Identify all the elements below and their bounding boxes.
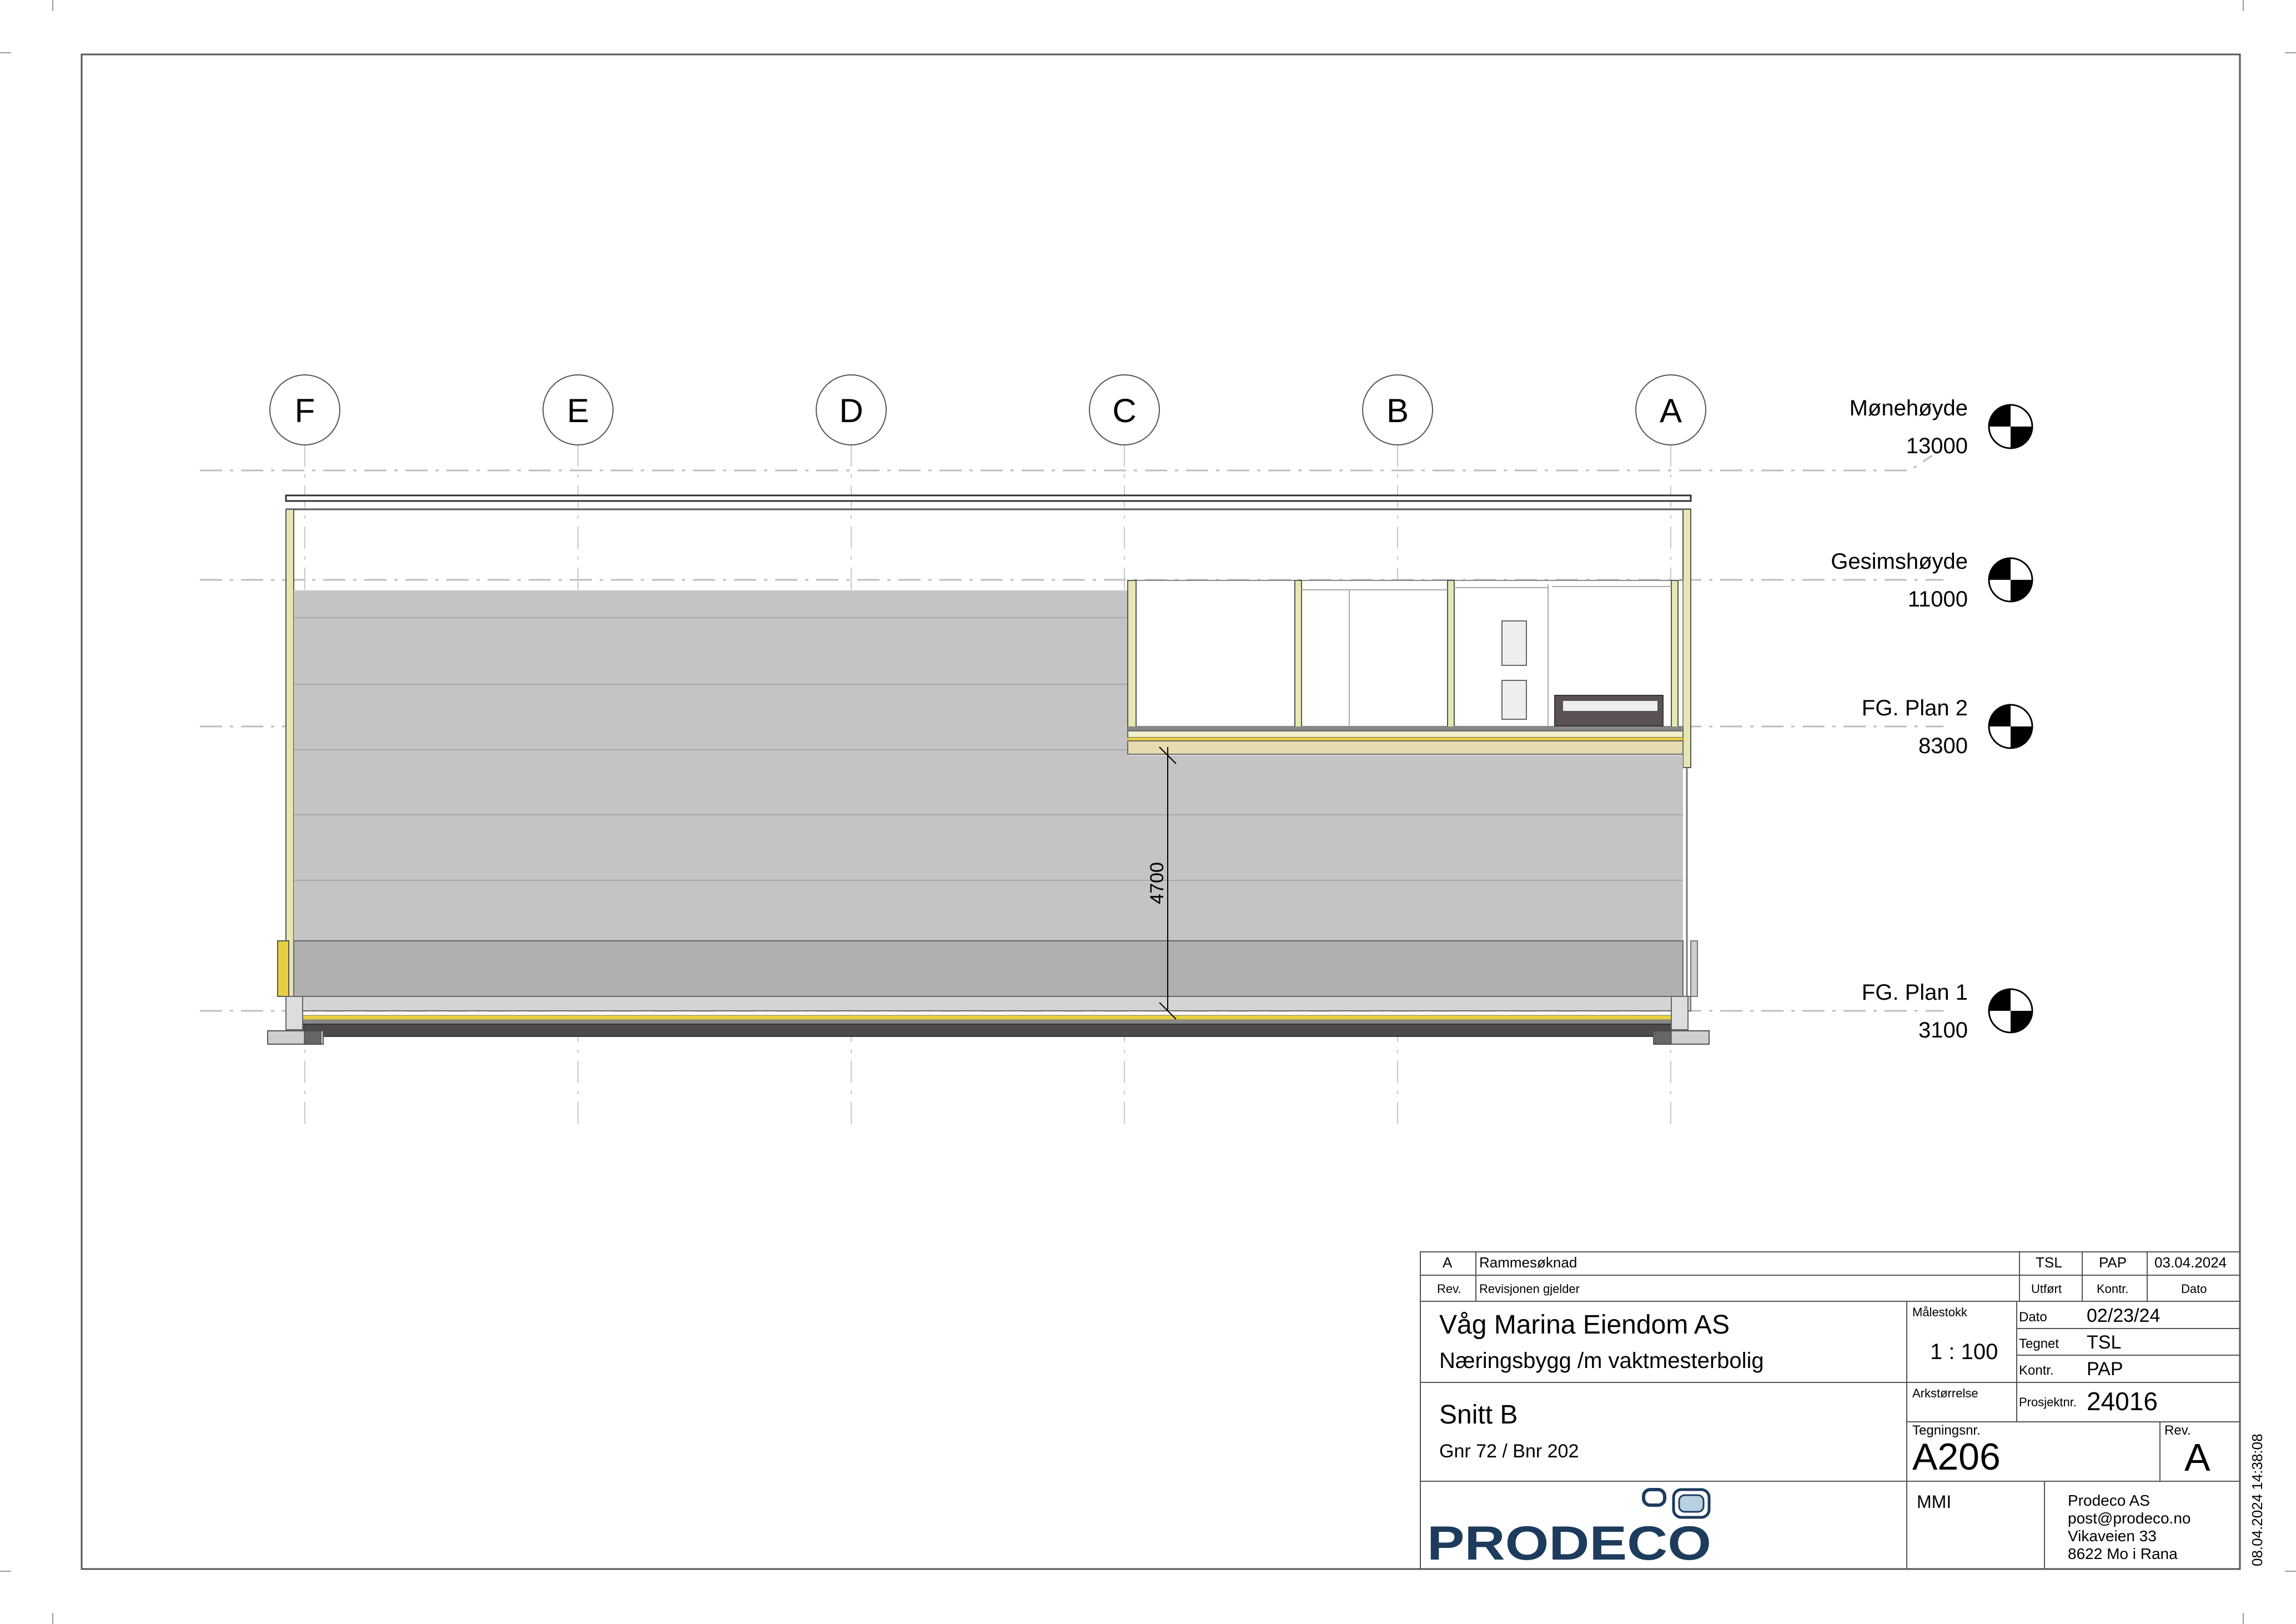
washbasin xyxy=(1501,680,1527,720)
level-symbol-quadrant xyxy=(1989,705,2011,726)
level-symbol-quadrant xyxy=(2011,726,2032,748)
prodeco-logo: PRODECO xyxy=(1427,1488,1711,1570)
checked-label: Kontr. xyxy=(2019,1363,2054,1378)
rev-header-rev: Rev. xyxy=(1437,1282,1461,1296)
level-name-gesimsh-yde: Gesimshøyde xyxy=(1831,549,1968,574)
level-value-fg-plan-1: 3100 xyxy=(1918,1018,1968,1042)
project-no-label: Prosjektnr. xyxy=(2019,1395,2077,1409)
company-email: post@prodeco.no xyxy=(2068,1510,2191,1527)
rev-header-description: Revisjonen gjelder xyxy=(1479,1282,1580,1296)
level-symbol-quadrant xyxy=(2011,427,2032,448)
level-symbol-quadrant xyxy=(1989,558,2011,580)
level-symbol-quadrant xyxy=(1989,405,2011,427)
date-value: 02/23/24 xyxy=(2087,1305,2161,1326)
rev-letter: A xyxy=(1443,1254,1453,1271)
drawn-label: Tegnet xyxy=(2019,1336,2059,1351)
rev-description: Rammesøknad xyxy=(1479,1254,1577,1271)
building-section xyxy=(267,494,1710,1045)
grid-bubbles: FEDCBA xyxy=(269,374,1706,445)
level-value-fg-plan-2: 8300 xyxy=(1918,734,1968,758)
logo-text: PRODECO xyxy=(1427,1517,1711,1570)
rev-header-date: Dato xyxy=(2181,1282,2207,1296)
grid-label-e: E xyxy=(567,392,589,429)
drawing-title: Snitt B xyxy=(1439,1400,1518,1430)
grid-label-d: D xyxy=(839,392,863,429)
rev-header-by: Utført xyxy=(2031,1282,2062,1296)
drawn-value: TSL xyxy=(2087,1332,2122,1353)
client-name: Våg Marina Eiendom AS xyxy=(1439,1310,1730,1340)
checked-value: PAP xyxy=(2087,1359,2123,1380)
level-name-fg-plan-1: FG. Plan 1 xyxy=(1862,980,1968,1005)
level-symbol-quadrant xyxy=(1989,989,2011,1011)
rev-by: TSL xyxy=(2036,1254,2062,1271)
date-label: Dato xyxy=(2019,1310,2047,1325)
mmi-label: MMI xyxy=(1917,1492,1952,1512)
company-city: 8622 Mo i Rana xyxy=(2068,1545,2178,1562)
hall-wall-background xyxy=(294,590,1128,941)
company-name: Prodeco AS xyxy=(2068,1492,2150,1509)
grid-label-f: F xyxy=(295,392,315,429)
company-street: Vikaveien 33 xyxy=(2068,1527,2157,1545)
grid-label-c: C xyxy=(1112,392,1136,429)
level-name-m-neh-yde: Mønehøyde xyxy=(1850,396,1968,420)
print-timestamp: 08.04.2024 14:38:08 xyxy=(2249,1433,2265,1566)
drawing-sheet: 4700 F E D C B A Mønehøyde 13000 Gesimshøyde 110… xyxy=(0,0,2296,1624)
scale-label: Målestokk xyxy=(1912,1305,1968,1319)
rev-date: 03.04.2024 xyxy=(2154,1254,2227,1271)
level-markers: Mønehøyde 13000 Gesimshøyde 11000 FG. Plan 2… xyxy=(1831,396,2033,1042)
level-symbol-quadrant xyxy=(2011,1011,2032,1032)
rev-value: A xyxy=(2184,1436,2210,1479)
project-name: Næringsbygg /m vaktmesterbolig xyxy=(1439,1349,1764,1373)
grid-label-a: A xyxy=(1660,392,1682,429)
level-value-m-neh-yde: 13000 xyxy=(1906,434,1968,458)
level-value-gesimsh-yde: 11000 xyxy=(1908,587,1968,611)
level-name-fg-plan-2: FG. Plan 2 xyxy=(1862,696,1968,720)
rev-checked: PAP xyxy=(2099,1254,2127,1271)
dimension-value: 4700 xyxy=(1147,862,1168,904)
scale-value: 1 : 100 xyxy=(1930,1340,1998,1364)
sheet-size-label: Arkstørrelse xyxy=(1912,1386,1978,1400)
grid-label-b: B xyxy=(1386,392,1409,429)
project-no-value: 24016 xyxy=(2087,1387,2158,1416)
rev-header-checked: Kontr. xyxy=(2097,1282,2129,1296)
level-symbol-quadrant xyxy=(2011,580,2032,602)
mirror xyxy=(1501,620,1527,666)
drawing-no-value: A206 xyxy=(1912,1436,2001,1478)
property-id: Gnr 72 / Bnr 202 xyxy=(1439,1441,1579,1462)
